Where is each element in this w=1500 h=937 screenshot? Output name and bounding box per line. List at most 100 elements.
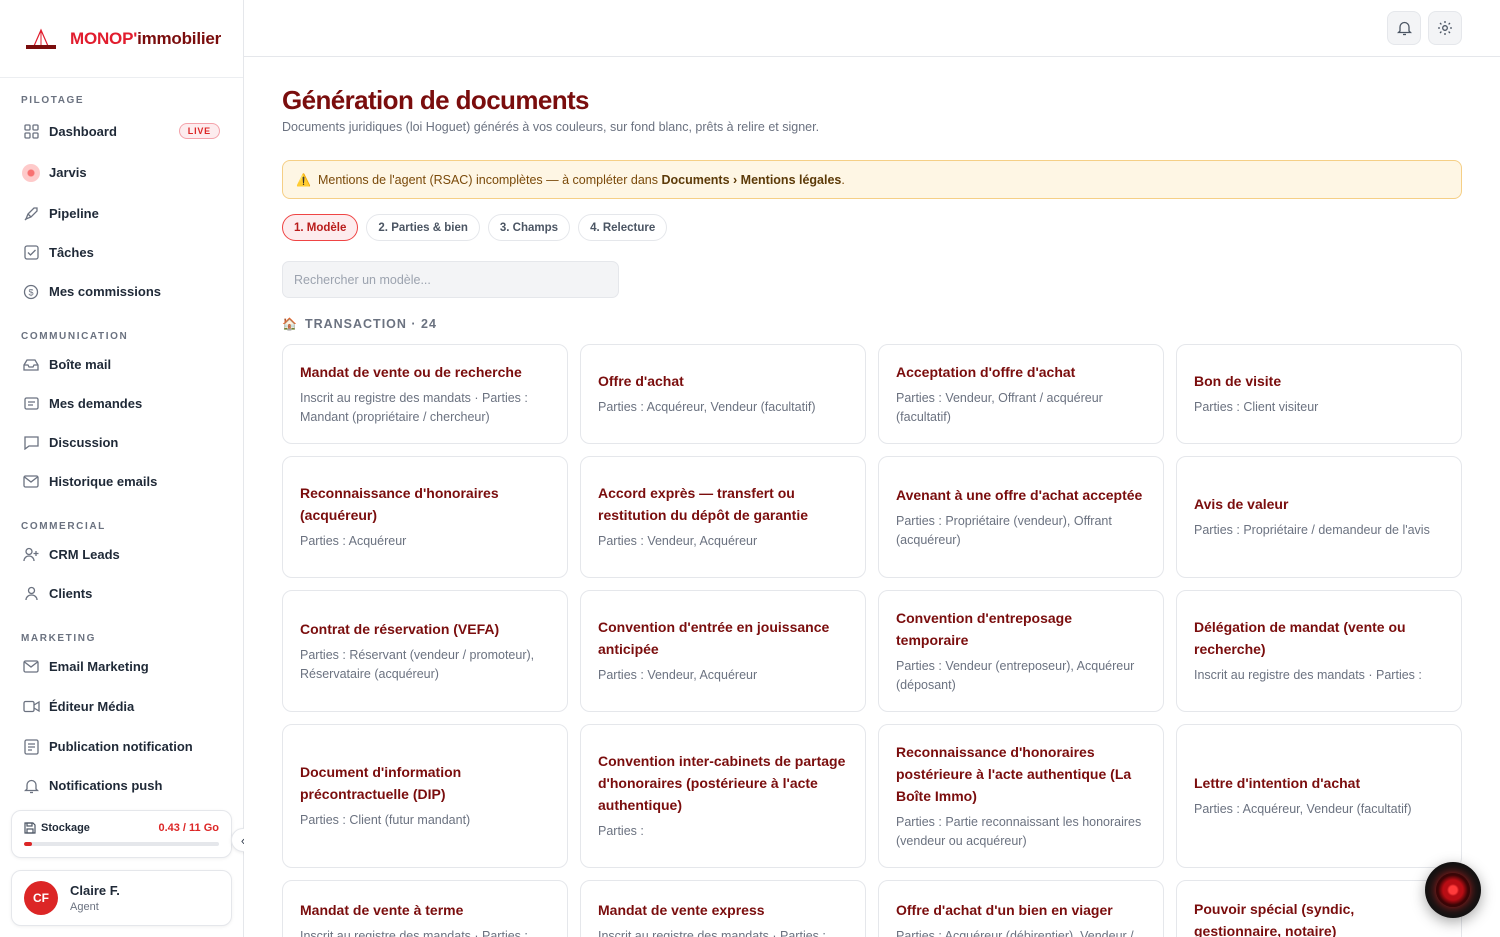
- storage-value: 0.43 / 11 Go: [158, 822, 219, 834]
- sidebar-item-label: Clients: [49, 586, 93, 601]
- template-card[interactable]: Avis de valeur Parties : Propriétaire / d…: [1176, 456, 1462, 578]
- sidebar-item-historique-emails[interactable]: Historique emails: [0, 462, 243, 501]
- chat-icon: [22, 434, 40, 452]
- template-card[interactable]: Offre d'achat Parties : Acquéreur, Vendeu…: [580, 344, 866, 444]
- page-subtitle: Documents juridiques (loi Hoguet) généré…: [282, 120, 820, 134]
- brand-name: MONOP'immobilier: [70, 28, 222, 48]
- inbox-icon: [22, 356, 40, 374]
- sidebar-item-boite-mail[interactable]: Boîte mail: [0, 345, 243, 384]
- mail-icon: [22, 658, 40, 676]
- template-card[interactable]: Avenant à une offre d'achat acceptée Part…: [878, 456, 1164, 578]
- floppy-disk-icon: [24, 822, 36, 834]
- sidebar-item-jarvis[interactable]: Jarvis: [0, 151, 243, 194]
- template-card[interactable]: Lettre d'intention d'achat Parties : Acqu…: [1176, 724, 1462, 868]
- template-title: Bon de visite: [1194, 373, 1282, 390]
- template-card[interactable]: Contrat de réservation (VEFA) Parties : R…: [282, 590, 568, 712]
- storage-label-wrap: Stockage: [24, 822, 90, 834]
- user-name: Claire F.: [70, 883, 120, 898]
- sidebar-item-discussion[interactable]: Discussion: [0, 423, 243, 462]
- checkbox-icon: [22, 244, 40, 262]
- template-card[interactable]: Mandat de vente ou de recherche Inscrit a…: [282, 344, 568, 444]
- sidebar-item-editeur-media[interactable]: Éditeur Média: [0, 686, 243, 727]
- template-title: Pouvoir spécial (syndic, gestionnaire, n…: [1194, 901, 1355, 937]
- template-title: Convention d'entreposage temporaire: [896, 609, 1073, 648]
- sidebar-item-clients[interactable]: Clients: [0, 574, 243, 613]
- template-card[interactable]: Convention inter-cabinets de partage d'h…: [580, 724, 866, 868]
- message-square-icon: [22, 395, 40, 413]
- template-parties: Parties : Client visiteur: [1194, 400, 1319, 415]
- template-parties: Inscrit au registre des mandats · Partie…: [300, 929, 528, 937]
- storage-progress-bar: [24, 842, 219, 846]
- warning-icon: ⚠️: [296, 172, 311, 187]
- step-modele[interactable]: 1. Modèle: [282, 214, 359, 241]
- template-card[interactable]: Mandat de vente à terme Inscrit au regist…: [282, 880, 568, 937]
- template-card[interactable]: Accord exprès — transfert ou restitution…: [580, 456, 866, 578]
- template-title: Avis de valeur: [1194, 496, 1289, 513]
- template-search-input[interactable]: [282, 261, 619, 298]
- template-parties: Parties : Réservant (vendeur / promoteur…: [300, 647, 535, 682]
- user-icon: [22, 585, 40, 603]
- template-card[interactable]: Convention d'entreposage temporaire Parti…: [878, 590, 1164, 712]
- template-card[interactable]: Document d'information précontractuelle …: [282, 724, 568, 868]
- template-parties: Parties : Propriétaire / demandeur de l'…: [1194, 523, 1430, 538]
- step-relecture[interactable]: 4. Relecture: [578, 214, 668, 241]
- template-card[interactable]: Mandat de vente express Inscrit au regist…: [580, 880, 866, 937]
- sidebar-item-commissions[interactable]: $ Mes commissions: [0, 272, 243, 311]
- template-card[interactable]: Pouvoir spécial (syndic, gestionnaire, n…: [1176, 880, 1462, 937]
- mail-icon: [22, 473, 40, 491]
- main-content: Génération de documents Documents juridi…: [244, 57, 1500, 937]
- template-title: Offre d'achat d'un bien en viager: [896, 902, 1113, 918]
- template-title: Mandat de vente express: [598, 902, 765, 918]
- template-title: Convention d'entrée en jouissance antici…: [598, 619, 830, 658]
- sidebar-item-taches[interactable]: Tâches: [0, 233, 243, 272]
- sidebar-item-label: Boîte mail: [49, 357, 112, 372]
- gear-icon: [1437, 20, 1453, 36]
- logo-building-icon: [24, 26, 58, 52]
- settings-button[interactable]: [1428, 11, 1462, 45]
- template-title: Offre d'achat: [598, 373, 684, 390]
- group-title-transaction: 🏠 TRANSACTION · 24: [282, 317, 437, 331]
- brand-logo[interactable]: MONOP'immobilier: [0, 0, 243, 78]
- template-card[interactable]: Bon de visite Parties : Client visiteur: [1176, 344, 1462, 444]
- sidebar-item-label: Discussion: [49, 435, 119, 450]
- live-badge: LIVE: [178, 123, 220, 139]
- template-parties: Parties : Propriétaire (vendeur), Offran…: [896, 513, 1112, 548]
- storage-widget[interactable]: Stockage 0.43 / 11 Go: [11, 810, 232, 858]
- jarvis-assistant-button[interactable]: [1425, 862, 1481, 918]
- template-card[interactable]: Acceptation d'offre d'achat Parties : Ven…: [878, 344, 1164, 444]
- template-card[interactable]: Reconnaissance d'honoraires postérieure …: [878, 724, 1164, 868]
- sidebar-item-crm-leads[interactable]: CRM Leads: [0, 535, 243, 574]
- template-card[interactable]: Convention d'entrée en jouissance antici…: [580, 590, 866, 712]
- alert-text: Mentions de l'agent (RSAC) incomplètes —…: [317, 172, 845, 187]
- template-card[interactable]: Offre d'achat d'un bien en viager Parties…: [878, 880, 1164, 937]
- alert-link[interactable]: Documents › Mentions légales: [661, 173, 841, 187]
- notifications-button[interactable]: [1387, 11, 1421, 45]
- step-champs[interactable]: 3. Champs: [487, 214, 571, 241]
- template-title: Contrat de réservation (VEFA): [300, 620, 500, 637]
- user-profile-card[interactable]: CF Claire F. Agent: [11, 870, 232, 926]
- storage-progress-fill: [24, 842, 32, 846]
- sidebar-item-mes-demandes[interactable]: Mes demandes: [0, 384, 243, 423]
- template-title: Reconnaissance d'honoraires postérieure …: [896, 743, 1132, 804]
- sidebar-item-publication-notification[interactable]: Publication notification: [0, 727, 243, 766]
- house-icon: 🏠: [282, 317, 298, 331]
- user-plus-icon: [22, 546, 40, 564]
- sidebar-item-pipeline[interactable]: Pipeline: [0, 194, 243, 233]
- sidebar-item-notifications-push[interactable]: Notifications push: [0, 766, 243, 805]
- sidebar-item-label: Mes commissions: [49, 284, 161, 299]
- template-parties: Parties : Vendeur, Offrant / acquéreur (…: [896, 390, 1103, 425]
- template-card[interactable]: Reconnaissance d'honoraires (acquéreur) P…: [282, 456, 568, 578]
- sidebar-nav: PILOTAGE Dashboard LIVE Jarvis Pipeline …: [0, 78, 243, 805]
- sidebar-item-label: Historique emails: [49, 474, 158, 489]
- sidebar-item-label: Tâches: [49, 245, 94, 260]
- sidebar-item-label: Notifications push: [49, 778, 163, 793]
- template-title: Avenant à une offre d'achat acceptée: [896, 486, 1143, 503]
- sidebar-item-email-marketing[interactable]: Email Marketing: [0, 647, 243, 686]
- wizard-steps: 1. Modèle 2. Parties & bien 3. Champs 4.…: [282, 214, 675, 241]
- step-parties-bien[interactable]: 2. Parties & bien: [366, 214, 480, 241]
- template-parties: Parties : Vendeur (entreposeur), Acquére…: [896, 658, 1135, 693]
- template-parties: Parties : Acquéreur: [300, 534, 407, 549]
- sidebar-item-dashboard[interactable]: Dashboard LIVE: [0, 112, 243, 151]
- template-card[interactable]: Délégation de mandat (vente ou recherche…: [1176, 590, 1462, 712]
- rsac-warning-alert: ⚠️ Mentions de l'agent (RSAC) incomplète…: [282, 160, 1462, 199]
